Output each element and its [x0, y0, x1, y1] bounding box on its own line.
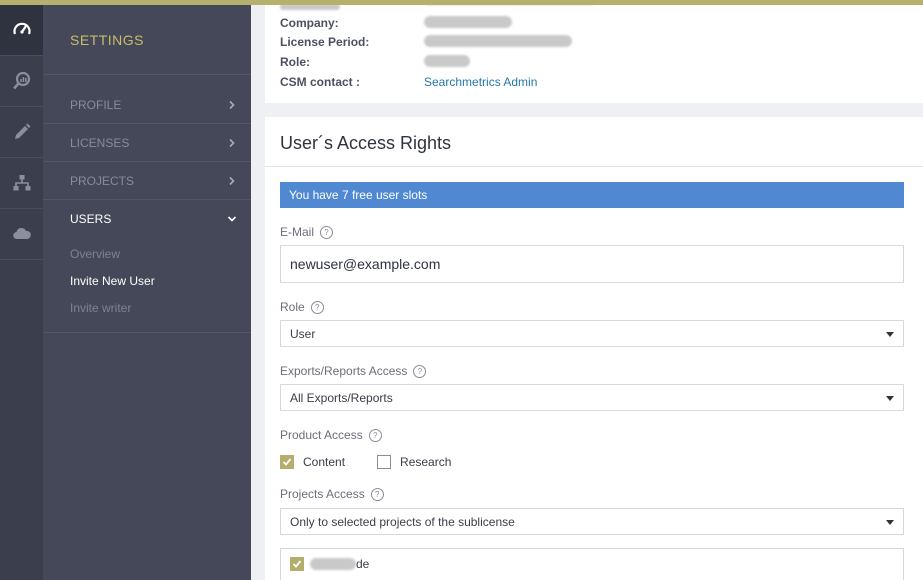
research-rail-button[interactable] [0, 56, 43, 107]
role-label-text: Role [280, 300, 305, 314]
settings-sidebar: SETTINGS PROFILE LICENSES PROJECTS USERS… [43, 5, 251, 580]
caret-down-icon [886, 520, 894, 525]
sub-item-overview[interactable]: Overview [43, 240, 251, 267]
projects-access-label: Projects Access ? [280, 487, 384, 501]
project-list: de [280, 548, 904, 580]
role-field-label: Role ? [280, 300, 324, 314]
cloud-rail-button[interactable] [0, 209, 43, 260]
research-checkbox-label[interactable]: Research [400, 455, 451, 469]
redacted-project-name [310, 558, 356, 570]
nav-item-label: PROJECTS [70, 173, 135, 188]
role-label: Role: [280, 55, 310, 69]
email-label-text: E-Mail [280, 225, 315, 239]
settings-title: SETTINGS [43, 5, 251, 75]
content-checkbox[interactable] [280, 455, 294, 469]
caret-down-icon [886, 332, 894, 337]
research-checkbox[interactable] [377, 455, 392, 469]
project-checkbox[interactable] [290, 557, 304, 571]
app-icon-rail [0, 5, 43, 580]
content-pen-icon [14, 123, 30, 139]
exports-select-value: All Exports/Reports [290, 391, 393, 405]
redacted-company-value [424, 16, 512, 28]
top-accent-bar [0, 0, 923, 5]
nav-divider [43, 321, 251, 333]
nav-item-label: PROFILE [70, 97, 122, 112]
product-access-label: Product Access ? [280, 428, 382, 442]
role-select-value: User [290, 327, 316, 341]
sitemap-icon [13, 175, 30, 191]
csm-info-row: CSM contact : Searchmetrics Admin [280, 75, 537, 89]
dashboard-rail-button[interactable] [0, 5, 43, 56]
email-field[interactable]: newuser@example.com [280, 245, 904, 283]
company-label: Company: [280, 16, 339, 30]
projects-label-text: Projects Access [280, 487, 365, 501]
project-list-item[interactable]: de [290, 557, 369, 571]
projects-select[interactable]: Only to selected projects of the sublice… [280, 508, 904, 535]
content-checkbox-label[interactable]: Content [303, 455, 345, 469]
email-field-label: E-Mail ? [280, 225, 334, 239]
product-label-text: Product Access [280, 428, 363, 442]
nav-item-profile[interactable]: PROFILE [43, 86, 251, 124]
help-icon[interactable]: ? [368, 428, 382, 442]
license-info-row: License Period: [280, 35, 572, 49]
checkmark-icon [282, 458, 292, 466]
license-period-label: License Period: [280, 35, 370, 49]
nav-item-label: LICENSES [70, 135, 130, 150]
chevron-right-icon [229, 138, 235, 147]
free-slots-banner: You have 7 free user slots [280, 182, 904, 208]
product-access-options: Content Research [280, 455, 451, 469]
redacted-role-value [424, 55, 470, 67]
caret-down-icon [886, 396, 894, 401]
access-rights-title: User´s Access Rights [265, 117, 923, 167]
chevron-down-icon [227, 216, 237, 222]
main-content: Company: License Period: Role: CSM conta… [251, 0, 923, 580]
exports-select[interactable]: All Exports/Reports [280, 384, 904, 411]
help-icon[interactable]: ? [310, 300, 324, 314]
help-icon[interactable]: ? [370, 487, 384, 501]
account-info-card: Company: License Period: Role: CSM conta… [265, 0, 923, 103]
help-icon[interactable]: ? [413, 364, 427, 378]
role-info-row: Role: [280, 55, 470, 69]
nav-item-licenses[interactable]: LICENSES [43, 124, 251, 162]
redacted-license-value [424, 35, 572, 47]
exports-field-label: Exports/Reports Access ? [280, 364, 427, 378]
checkmark-icon [292, 560, 302, 568]
nav-item-projects[interactable]: PROJECTS [43, 162, 251, 200]
dashboard-icon [12, 22, 31, 35]
csm-contact-link[interactable]: Searchmetrics Admin [424, 75, 537, 89]
role-select[interactable]: User [280, 320, 904, 347]
research-icon [12, 71, 30, 90]
cloud-icon [12, 227, 31, 240]
nav-item-label: USERS [70, 212, 112, 226]
projects-select-value: Only to selected projects of the sublice… [290, 515, 515, 529]
help-icon[interactable]: ? [320, 225, 334, 239]
project-name-suffix: de [356, 557, 370, 571]
chevron-right-icon [229, 176, 235, 185]
content-rail-button[interactable] [0, 107, 43, 158]
sitemap-rail-button[interactable] [0, 158, 43, 209]
access-rights-card: User´s Access Rights You have 7 free use… [265, 117, 923, 580]
sub-item-invite-writer[interactable]: Invite writer [43, 294, 251, 321]
nav-item-users[interactable]: USERS [43, 200, 251, 238]
email-field-value: newuser@example.com [290, 256, 441, 272]
csm-contact-label: CSM contact : [280, 75, 361, 89]
chevron-right-icon [229, 100, 235, 109]
company-info-row: Company: [280, 16, 512, 30]
exports-label-text: Exports/Reports Access [280, 364, 408, 378]
sub-item-invite-new-user[interactable]: Invite New User [43, 267, 251, 294]
